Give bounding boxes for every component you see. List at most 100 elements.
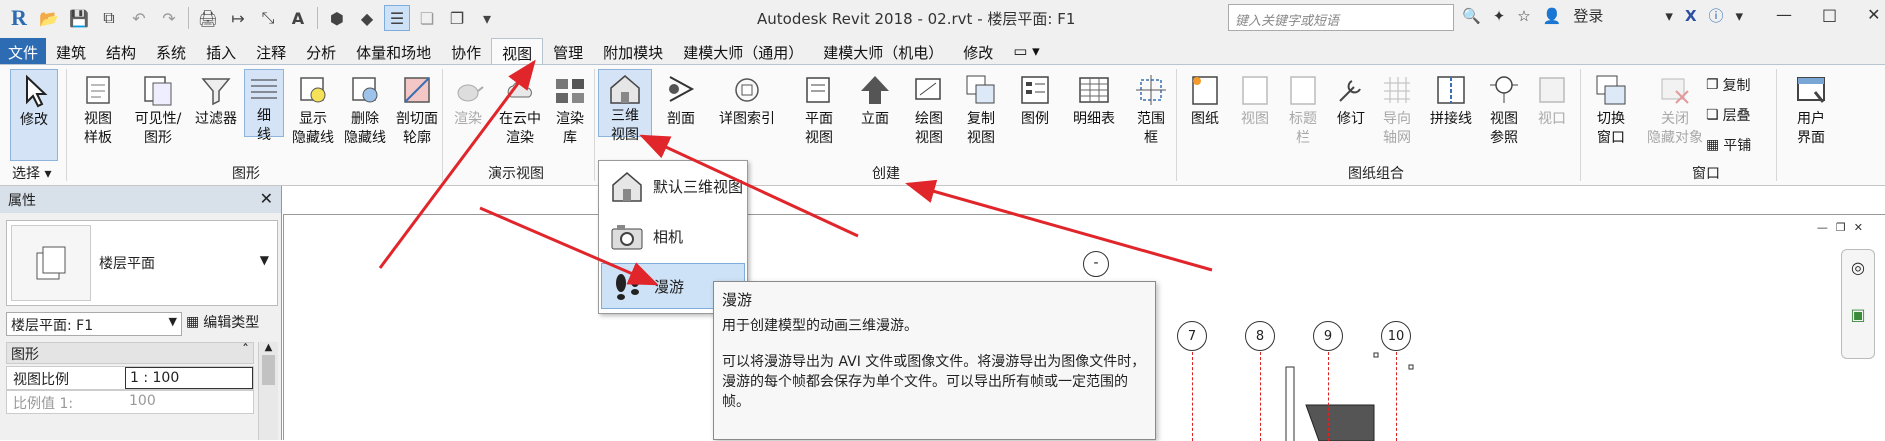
elevation-button[interactable]: 立面 (850, 69, 900, 129)
type-selector[interactable]: 楼层平面 ▼ (6, 220, 278, 306)
measure-icon[interactable]: ↦ (225, 5, 251, 31)
thin-lines-button[interactable]: 细线 (244, 69, 284, 143)
search-input[interactable]: 键入关键字或短语 (1228, 4, 1454, 31)
chevron-down-icon[interactable]: ▾ (1665, 7, 1673, 25)
switch-windows-icon[interactable]: ❐ (444, 5, 470, 31)
subscription-icon[interactable]: ✦ (1493, 7, 1506, 25)
tab-2[interactable]: 结构 (96, 38, 146, 64)
visibility-graphics-button[interactable]: 可见性/图形 (128, 69, 188, 148)
view-reference-button[interactable]: 视图 参照 (1480, 69, 1528, 148)
tab-14[interactable]: 修改 (953, 38, 1003, 64)
grid-head[interactable]: 10 (1381, 321, 1411, 351)
instance-selector[interactable]: 楼层平面: F1 ▼ (6, 312, 182, 336)
title-block-button[interactable]: 标题栏 (1280, 69, 1326, 148)
cascade-button[interactable]: ❏ 层叠 (1706, 105, 1751, 125)
print-icon[interactable]: 🖨 (195, 5, 221, 31)
switch-windows-button[interactable]: 切换 窗口 (1586, 69, 1636, 148)
tab-12[interactable]: 建模大师（通用） (673, 38, 813, 64)
filters-button[interactable]: 过滤器 (190, 69, 242, 129)
close-icon[interactable]: ✕ (1867, 5, 1880, 24)
callout-button[interactable]: 详图索引 (712, 69, 782, 129)
camera-item[interactable]: 相机 (601, 213, 745, 259)
user-icon[interactable]: 👤 (1543, 7, 1562, 25)
tab-3[interactable]: 系统 (146, 38, 196, 64)
render-gallery-button[interactable]: 渲染库 (548, 69, 592, 148)
grid-head[interactable]: 8 (1245, 321, 1275, 351)
modify-button[interactable]: 修改 (10, 69, 58, 161)
help-icon[interactable]: ⓘ (1709, 5, 1724, 26)
customize-toolbar-icon[interactable]: ▾ (474, 5, 500, 31)
guide-grid-button[interactable]: 导向 轴网 (1372, 69, 1422, 148)
render-in-cloud-button[interactable]: 在云中 渲染 (492, 69, 548, 148)
scrollbar[interactable]: ▲ (258, 342, 278, 440)
edit-type-button[interactable]: ▦ 编辑类型 (186, 312, 259, 332)
tab-10[interactable]: 管理 (543, 38, 593, 64)
tab-11[interactable]: 附加模块 (593, 38, 673, 64)
scope-box-button[interactable]: 范围框 (1126, 69, 1176, 148)
plan-views-button[interactable]: 平面 视图 (794, 69, 844, 148)
view-template-button[interactable]: 视图 样板 (70, 69, 126, 148)
revisions-button[interactable]: 修订 (1328, 69, 1374, 129)
tab-7[interactable]: 体量和场地 (346, 38, 441, 64)
tile-button[interactable]: ▦ 平铺 (1706, 135, 1751, 155)
dimension-icon[interactable]: ⤡ (255, 5, 281, 31)
close-hidden-icon[interactable]: ❏ (414, 5, 440, 31)
property-value[interactable]: 1 : 100 (125, 367, 253, 389)
duplicate-window-button[interactable]: ❐ 复制 (1706, 75, 1751, 95)
tab-5[interactable]: 注释 (246, 38, 296, 64)
remove-hidden-lines-button[interactable]: 删除 隐藏线 (340, 69, 390, 148)
tab-13[interactable]: 建模大师（机电） (813, 38, 953, 64)
duplicate-view-button[interactable]: 复制 视图 (956, 69, 1006, 148)
cut-profile-button[interactable]: 剖切面 轮廓 (392, 69, 442, 148)
render-button[interactable]: 渲染 (446, 69, 490, 129)
view-button[interactable]: 视图 (1232, 69, 1278, 129)
close-icon[interactable]: ✕ (260, 189, 273, 208)
default-3d-view-item[interactable]: 默认三维视图 (601, 163, 745, 209)
user-interface-button[interactable]: 用户 界面 (1784, 69, 1838, 148)
3d-view-button[interactable]: 三维 视图 (598, 69, 652, 143)
grid-head[interactable]: 7 (1177, 321, 1207, 351)
minimize-icon[interactable]: — (1776, 5, 1792, 24)
grid-head[interactable]: 9 (1313, 321, 1343, 351)
tab-8[interactable]: 协作 (441, 38, 491, 64)
tab-9[interactable]: 视图 (491, 38, 544, 64)
thin-lines-icon[interactable]: ☰ (384, 5, 410, 31)
scroll-up-icon[interactable]: ▲ (259, 342, 278, 353)
drafting-view-button[interactable]: 绘图 视图 (904, 69, 954, 148)
scroll-thumb[interactable] (262, 355, 275, 385)
redo-icon[interactable]: ↷ (156, 5, 182, 31)
matchline-button[interactable]: 拼接线 (1424, 69, 1478, 129)
section-icon[interactable]: ◆ (354, 5, 380, 31)
login-link[interactable]: 登录 (1573, 5, 1603, 26)
sync-icon[interactable]: ⧉ (96, 5, 122, 31)
section-header[interactable]: 图形 ˆ (6, 342, 254, 364)
sheet-button[interactable]: 图纸 (1182, 69, 1228, 129)
undo-icon[interactable]: ↶ (126, 5, 152, 31)
tab-6[interactable]: 分析 (296, 38, 346, 64)
show-hidden-lines-button[interactable]: 显示 隐藏线 (288, 69, 338, 148)
group-select[interactable]: 选择 ▾ (12, 163, 51, 183)
viewports-button[interactable]: 视口 (1528, 69, 1576, 129)
navigation-bar[interactable]: ◎ ▣ (1841, 249, 1875, 359)
section-button[interactable]: 剖面 (656, 69, 706, 129)
panel-toggle-icon[interactable]: ▭ ▾ (1003, 38, 1049, 64)
default-3d-icon[interactable]: ⬢ (324, 5, 350, 31)
exchange-icon[interactable]: X (1685, 7, 1697, 25)
binoculars-icon[interactable]: 🔍 (1462, 7, 1481, 25)
chevron-down-icon[interactable]: ▼ (260, 253, 269, 267)
zoom-icon[interactable]: ▣ (1842, 305, 1874, 324)
tab-4[interactable]: 插入 (196, 38, 246, 64)
close-hidden-button[interactable]: 关闭 隐藏对象 (1640, 69, 1710, 148)
legends-button[interactable]: 图例 (1010, 69, 1060, 129)
schedules-button[interactable]: 明细表 (1064, 69, 1124, 129)
open-icon[interactable]: 📂 (36, 5, 62, 31)
steering-wheel-icon[interactable]: ◎ (1842, 258, 1874, 277)
text-icon[interactable]: A (285, 5, 311, 31)
chevron-down-icon[interactable]: ▾ (1736, 7, 1744, 25)
tab-0[interactable]: 文件 (0, 38, 47, 64)
save-icon[interactable]: 💾 (66, 5, 92, 31)
revit-logo-icon[interactable]: R (6, 5, 32, 31)
tab-1[interactable]: 建筑 (46, 38, 96, 64)
star-icon[interactable]: ☆ (1517, 7, 1530, 25)
maximize-icon[interactable]: □ (1822, 5, 1837, 24)
